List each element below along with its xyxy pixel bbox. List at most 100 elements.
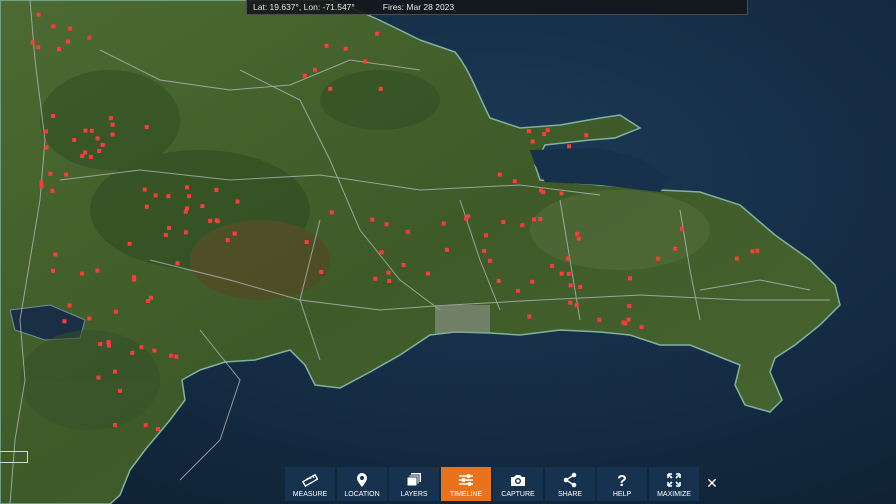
fire-marker <box>80 271 85 276</box>
share-button[interactable]: SHARE <box>545 467 595 501</box>
fire-marker <box>183 230 188 235</box>
fire-marker <box>482 248 487 253</box>
share-icon <box>563 472 577 488</box>
fire-marker <box>542 132 547 137</box>
fire-marker <box>496 278 501 283</box>
fire-marker <box>576 236 581 241</box>
satellite-map[interactable] <box>0 0 896 504</box>
capture-label: CAPTURE <box>501 491 535 498</box>
fire-marker <box>214 218 219 223</box>
fire-marker <box>597 317 602 322</box>
fire-marker <box>319 269 324 274</box>
fire-marker <box>302 73 307 78</box>
fire-marker <box>655 256 660 261</box>
fire-marker <box>673 246 678 251</box>
fire-marker <box>464 216 469 221</box>
fire-marker <box>530 279 535 284</box>
timeline-label: TIMELINE <box>449 491 483 498</box>
fire-marker <box>44 145 49 150</box>
expand-arrows-icon <box>667 473 681 487</box>
fire-marker <box>143 423 148 428</box>
fire-marker <box>149 295 153 300</box>
fire-marker <box>36 12 41 17</box>
fire-marker <box>97 149 102 153</box>
fire-marker <box>232 231 237 236</box>
fire-marker <box>225 238 230 243</box>
maximize-label: MAXIMIZE <box>657 491 691 498</box>
fire-marker <box>343 46 348 51</box>
fire-marker <box>144 125 149 130</box>
fire-marker <box>113 423 117 428</box>
fire-marker <box>66 39 71 44</box>
fire-marker <box>110 132 115 137</box>
fire-marker <box>526 129 531 134</box>
fire-marker <box>545 128 550 133</box>
fire-marker <box>132 277 137 282</box>
fire-marker <box>384 222 389 227</box>
fire-marker <box>208 218 213 223</box>
layers-button[interactable]: LAYERS <box>389 467 439 501</box>
fire-marker <box>386 270 391 275</box>
fire-marker <box>550 263 555 268</box>
fire-marker <box>100 142 105 147</box>
fire-marker <box>750 249 755 254</box>
fires-date: Fires: Mar 28 2023 <box>382 2 455 12</box>
fire-marker <box>304 240 309 244</box>
fire-marker <box>578 285 583 289</box>
fire-marker <box>328 86 333 91</box>
map-toolbar: MEASURE LOCATION LAYERS TIMELINE CAPTURE… <box>285 467 723 501</box>
fire-marker <box>95 136 100 141</box>
fire-marker <box>559 271 564 276</box>
fire-marker <box>621 320 626 325</box>
fire-marker <box>89 128 94 133</box>
fire-marker <box>39 180 44 185</box>
layers-label: LAYERS <box>400 491 428 498</box>
measure-label: MEASURE <box>292 491 328 498</box>
fire-marker <box>51 268 55 273</box>
fire-marker <box>83 128 88 133</box>
fire-marker <box>487 258 492 263</box>
fire-marker <box>530 139 535 144</box>
measure-button[interactable]: MEASURE <box>285 467 335 501</box>
fire-marker <box>43 129 48 134</box>
fire-marker <box>96 375 101 380</box>
question-icon: ? <box>617 473 627 488</box>
fire-marker <box>329 210 334 215</box>
help-button[interactable]: ? HELP <box>597 467 647 501</box>
fire-marker <box>235 199 240 204</box>
location-button[interactable]: LOCATION <box>337 467 387 501</box>
cursor-coordinates: Lat: 19.637°, Lon: -71.547° <box>253 2 355 12</box>
fire-marker <box>67 303 72 308</box>
camera-icon <box>511 475 525 486</box>
fire-marker <box>95 268 100 273</box>
location-pin-icon <box>357 473 367 487</box>
fire-marker <box>98 342 103 347</box>
fire-marker <box>39 184 44 189</box>
fire-marker <box>106 340 111 345</box>
fire-marker <box>187 194 192 199</box>
fire-marker <box>110 122 115 127</box>
capture-button[interactable]: CAPTURE <box>493 467 543 501</box>
fire-marker <box>373 276 378 281</box>
fire-marker <box>324 43 329 48</box>
fire-marker <box>152 348 157 353</box>
fire-marker <box>627 304 632 309</box>
fire-marker <box>72 138 77 142</box>
fire-marker <box>512 179 517 184</box>
fire-marker <box>680 226 684 231</box>
fire-marker <box>153 193 158 198</box>
close-button[interactable]: ✕ <box>701 467 723 501</box>
timeline-button[interactable]: TIMELINE <box>441 467 491 501</box>
fire-marker <box>484 233 488 238</box>
fire-marker <box>568 300 573 305</box>
help-label: HELP <box>612 491 632 498</box>
fire-marker <box>118 388 122 393</box>
fire-marker <box>142 187 147 192</box>
fire-marker <box>113 369 117 374</box>
maximize-button[interactable]: MAXIMIZE <box>649 467 699 501</box>
fire-marker <box>51 24 56 29</box>
fire-marker <box>426 271 430 276</box>
fire-marker <box>175 261 180 266</box>
fire-marker <box>64 172 69 177</box>
fire-marker <box>30 40 35 45</box>
